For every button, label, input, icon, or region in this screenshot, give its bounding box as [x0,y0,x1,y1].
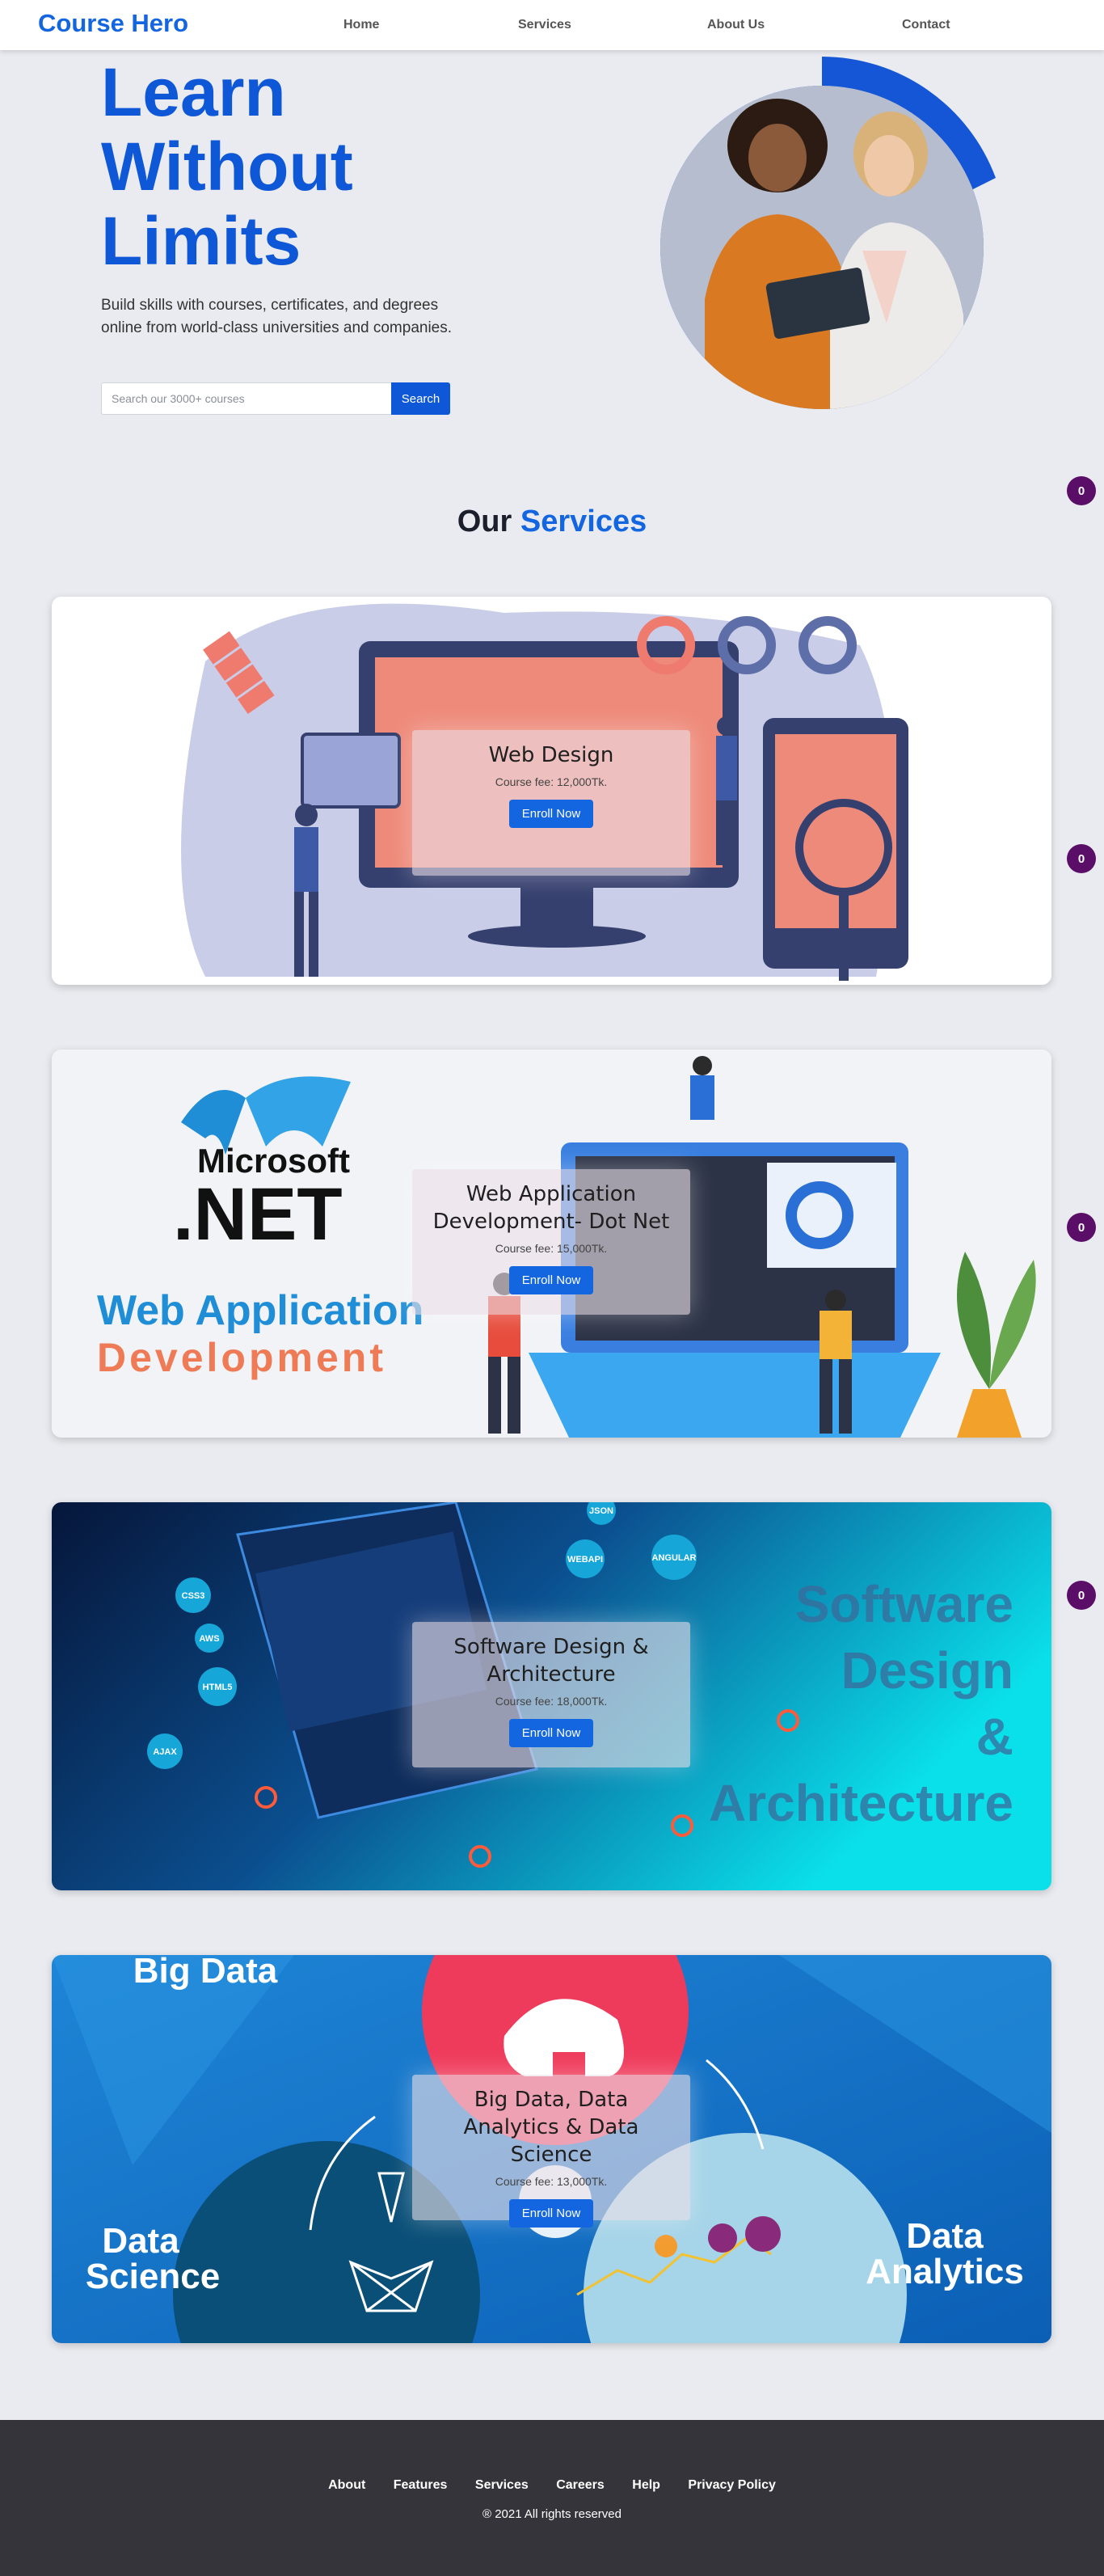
data-analytics-label-2: Analytics [866,2252,1024,2291]
webapi-bubble: WEBAPI [567,1555,603,1565]
search-button[interactable]: Search [391,382,450,415]
web-application-label: Web Application [97,1287,423,1334]
hero-title-line: Learn [101,54,286,130]
big-data-label: Big Data [133,1955,278,1991]
top-navbar: Course Hero Home Services About Us Conta… [0,0,1104,50]
course-card-web-design: Web Design Course fee: 12,000Tk. Enroll … [52,597,1051,985]
footer-privacy-link[interactable]: Privacy Policy [688,2478,776,2493]
course-card-big-data: Big Data Data Science Data Analytics Big… [52,1955,1051,2343]
course-title: Web Design [488,743,614,767]
hero-image [660,57,996,409]
data-science-label-1: Data [102,2221,179,2261]
footer-services-link[interactable]: Services [475,2478,529,2493]
copyright-text: ® 2021 All rights reserved [482,2507,622,2521]
notification-badge[interactable]: 0 [1067,844,1096,873]
course-info-panel: Software Design & Architecture Course fe… [412,1622,690,1767]
footer-links: About Features Services Careers Help Pri… [0,2478,1104,2493]
notification-badge[interactable]: 0 [1067,476,1096,505]
design-label: Design [841,1641,1013,1700]
ampersand-label: & [976,1708,1013,1766]
footer-features-link[interactable]: Features [394,2478,448,2493]
course-title: Big Data, Data Analytics & Data Science [463,2088,639,2167]
json-bubble: JSON [589,1506,613,1516]
architecture-label: Architecture [709,1774,1013,1832]
enroll-button[interactable]: Enroll Now [508,800,594,828]
nav-contact-link[interactable]: Contact [902,18,950,32]
course-search-input[interactable] [101,382,391,415]
data-science-label-2: Science [86,2257,220,2296]
course-fee: Course fee: 13,000Tk. [495,2175,608,2188]
course-fee: Course fee: 12,000Tk. [495,775,608,788]
nav-about-link[interactable]: About Us [707,18,765,32]
course-fee: Course fee: 18,000Tk. [495,1695,608,1708]
course-fee: Course fee: 15,000Tk. [495,1242,608,1255]
nav-home-link[interactable]: Home [343,18,379,32]
notification-badge[interactable]: 0 [1067,1581,1096,1610]
footer-about-link[interactable]: About [328,2478,365,2493]
course-info-panel: Web Application Development- Dot Net Cou… [412,1169,690,1315]
course-title: Web Application Development- Dot Net [432,1182,670,1234]
services-heading: Our Services [0,505,1104,539]
services-heading-plain: Our [457,505,512,538]
software-label: Software [795,1575,1013,1633]
aws-bubble: AWS [199,1634,219,1644]
hero-title-line: Without [101,129,353,205]
hero-title-line: Limits [101,203,301,279]
course-search-form: Search [101,382,450,415]
notification-badge[interactable]: 0 [1067,1213,1096,1242]
course-info-panel: Web Design Course fee: 12,000Tk. Enroll … [412,730,690,876]
footer-help-link[interactable]: Help [632,2478,660,2493]
data-analytics-label-1: Data [906,2216,984,2256]
course-card-software-design: CSS3 AWS HTML5 AJAX WEBAPI ANGULAR JSON … [52,1502,1051,1890]
nav-services-link[interactable]: Services [518,18,571,32]
html5-bubble: HTML5 [203,1683,233,1692]
css3-bubble: CSS3 [182,1591,205,1601]
enroll-button[interactable]: Enroll Now [508,2199,594,2228]
angular-bubble: ANGULAR [652,1553,697,1563]
services-heading-accent: Services [520,505,647,538]
development-label: Development [97,1335,386,1380]
enroll-button[interactable]: Enroll Now [508,1719,594,1747]
hero-title: Learn Without Limits [101,55,505,278]
nav-links: Home Services About Us Contact [0,18,1104,34]
course-info-panel: Big Data, Data Analytics & Data Science … [412,2075,690,2228]
course-title: Software Design & Architecture [453,1635,649,1687]
hero-subtitle: Build skills with courses, certificates,… [101,297,453,336]
dot-net-label: .NET [173,1173,343,1256]
site-footer: About Features Services Careers Help Pri… [0,2420,1104,2576]
footer-careers-link[interactable]: Careers [556,2478,605,2493]
ajax-bubble: AJAX [153,1747,177,1757]
enroll-button[interactable]: Enroll Now [508,1266,594,1294]
course-card-dot-net: Microsoft .NET Web Application Developme… [52,1049,1051,1438]
